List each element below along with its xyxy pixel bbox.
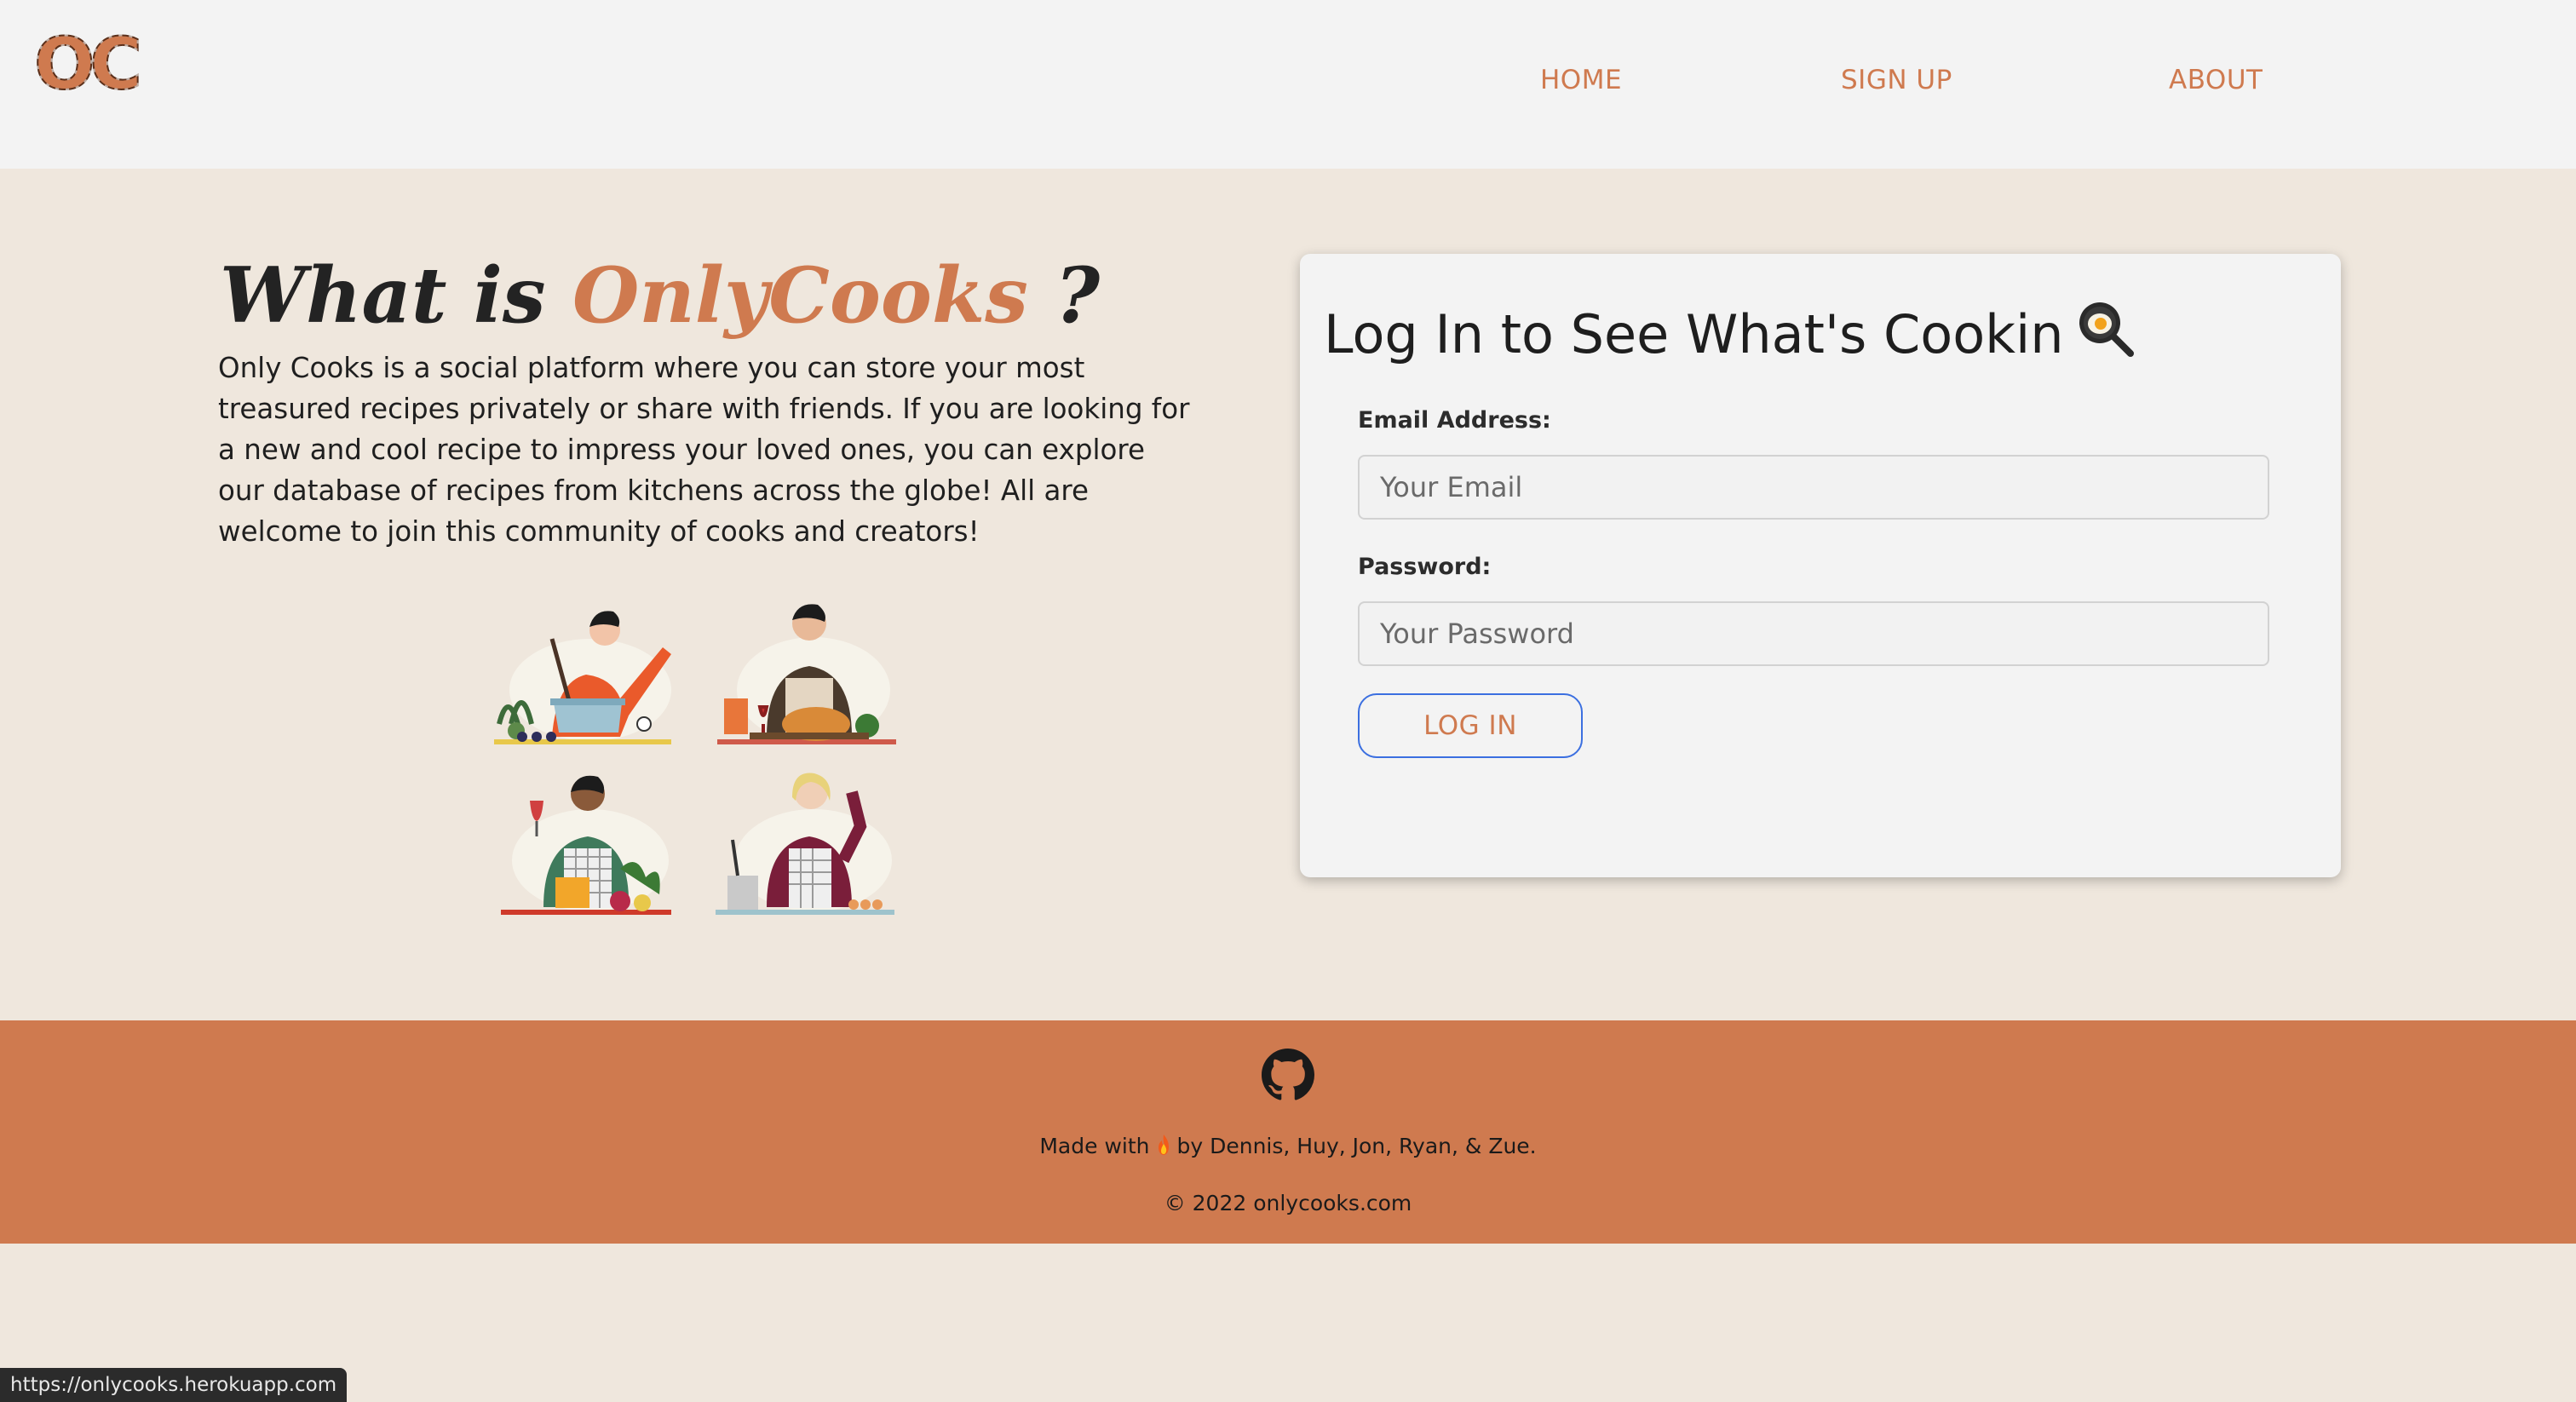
password-label: Password: bbox=[1358, 554, 1492, 580]
oc-logo-icon: OC OC bbox=[33, 21, 144, 106]
copyright-text: © 2022 onlycooks.com bbox=[1164, 1191, 1412, 1215]
login-button[interactable]: LOG IN bbox=[1358, 693, 1583, 758]
navbar: OC OC HOME SIGN UP ABOUT bbox=[0, 0, 2576, 169]
status-bar-url: https://onlycooks.herokuapp.com bbox=[0, 1368, 348, 1402]
logo-text-highlight: OC bbox=[34, 31, 138, 99]
nav-about-link[interactable]: ABOUT bbox=[2169, 65, 2263, 95]
made-with-prefix: Made with bbox=[1039, 1134, 1150, 1158]
nav-home-link[interactable]: HOME bbox=[1540, 65, 1622, 95]
cook-illustration-2 bbox=[717, 604, 896, 744]
login-card: Log In to See What's Cookin Email Addres… bbox=[1300, 254, 2341, 877]
email-field[interactable] bbox=[1358, 455, 2269, 520]
footer: Made with by Dennis, Huy, Jon, Ryan, & Z… bbox=[0, 1020, 2576, 1244]
login-title: Log In to See What's Cookin bbox=[1324, 296, 2134, 377]
intro-title-brand: OnlyCooks bbox=[572, 250, 1028, 341]
login-title-text: Log In to See What's Cookin bbox=[1324, 303, 2064, 365]
made-with-suffix: by Dennis, Huy, Jon, Ryan, & Zue. bbox=[1176, 1134, 1537, 1158]
email-label: Email Address: bbox=[1358, 407, 1551, 434]
cook-illustration-1 bbox=[494, 611, 671, 744]
frying-pan-egg-icon bbox=[2076, 299, 2134, 377]
fire-icon bbox=[1155, 1134, 1172, 1161]
nav-signup-link[interactable]: SIGN UP bbox=[1841, 65, 1952, 95]
password-field[interactable] bbox=[1358, 601, 2269, 666]
cook-illustration-3 bbox=[501, 775, 671, 915]
logo[interactable]: OC OC bbox=[32, 21, 160, 106]
cook-illustration-4 bbox=[716, 773, 894, 915]
intro-description: Only Cooks is a social platform where yo… bbox=[218, 352, 1190, 548]
intro-title-suffix: ? bbox=[1055, 250, 1101, 341]
intro-title-prefix: What is bbox=[220, 250, 546, 341]
github-icon[interactable] bbox=[1262, 1049, 1314, 1101]
cooks-illustration bbox=[494, 604, 896, 915]
intro-title: What is OnlyCooks ? bbox=[220, 240, 1100, 351]
made-with-line: Made with by Dennis, Huy, Jon, Ryan, & Z… bbox=[0, 1134, 2576, 1161]
